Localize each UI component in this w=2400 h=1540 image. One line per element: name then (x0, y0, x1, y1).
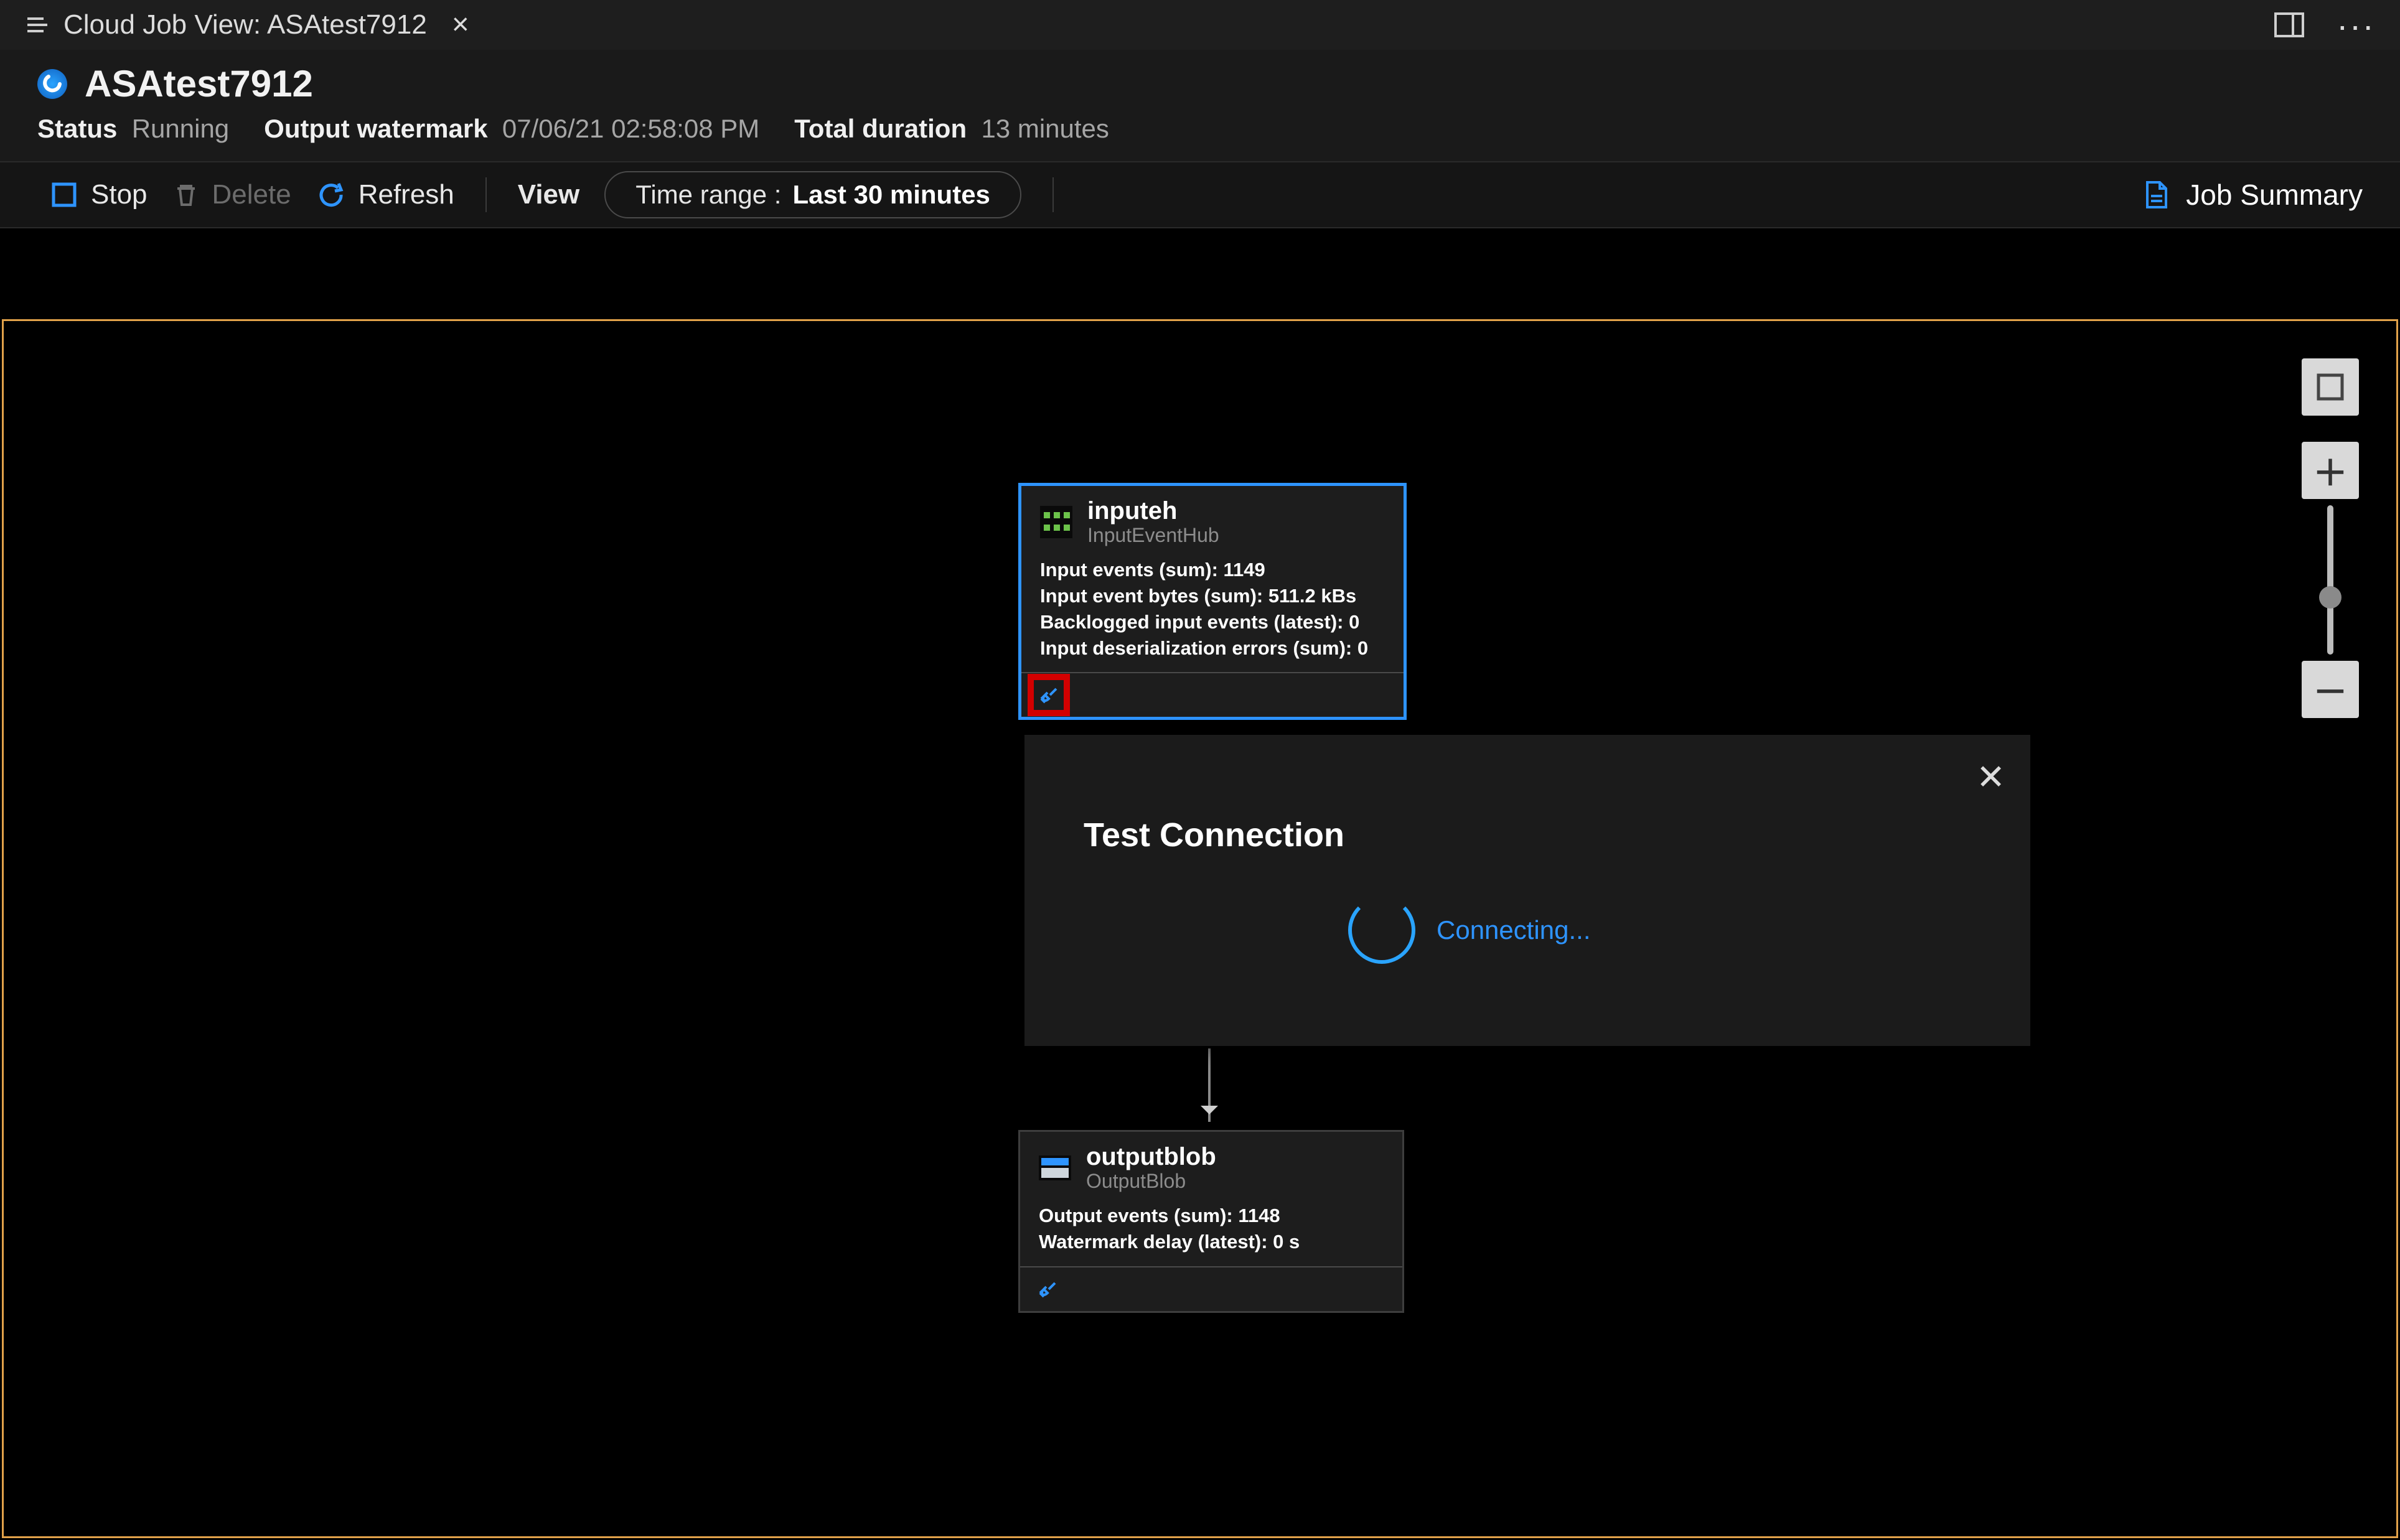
job-meta: Status Running Output watermark 07/06/21… (37, 114, 2363, 144)
watermark-label: Output watermark (264, 114, 487, 143)
zoom-slider[interactable] (2302, 499, 2359, 661)
job-header: ASAtest7912 Status Running Output waterm… (0, 50, 2400, 162)
tab-bar: Cloud Job View: ASAtest7912 × ··· (0, 0, 2400, 50)
zoom-out-button[interactable]: － (2302, 661, 2359, 718)
job-summary-label: Job Summary (2186, 178, 2363, 212)
menu-icon[interactable] (25, 12, 50, 37)
node-name: inputeh (1087, 497, 1219, 525)
zoom-in-button[interactable]: ＋ (2302, 442, 2359, 499)
stop-button[interactable]: Stop (50, 179, 148, 210)
toolbar: Stop Delete Refresh View Time range : La… (0, 162, 2400, 228)
time-range-value: Last 30 minutes (792, 180, 990, 210)
spinner-icon (1348, 897, 1415, 964)
time-range-label: Time range : (635, 180, 781, 210)
diagram-canvas[interactable]: ＋ － inputeh InputEventHub (4, 321, 2396, 1536)
refresh-button[interactable]: Refresh (316, 179, 454, 210)
node-type: OutputBlob (1086, 1170, 1216, 1193)
refresh-label: Refresh (359, 179, 454, 210)
node-name: outputblob (1086, 1143, 1216, 1171)
close-icon[interactable]: ✕ (1976, 760, 2005, 795)
toolbar-separator (1052, 177, 1054, 212)
node-metric: Output events (sum): 1148 (1039, 1203, 1384, 1229)
node-metrics: Output events (sum): 1148 Watermark dela… (1020, 1199, 1402, 1266)
toolbar-separator (485, 177, 487, 212)
test-connection-button[interactable] (1033, 679, 1065, 711)
test-connection-button[interactable] (1031, 1273, 1064, 1305)
dialog-title: Test Connection (1024, 735, 2030, 854)
flow-arrow-icon (1208, 1048, 1211, 1122)
blob-icon (1036, 1149, 1074, 1187)
eventhub-icon (1038, 503, 1075, 541)
node-metrics: Input events (sum): 1149 Input event byt… (1021, 553, 1404, 672)
duration-label: Total duration (794, 114, 967, 143)
split-pane-icon[interactable] (2273, 9, 2305, 41)
delete-button: Delete (172, 179, 291, 210)
job-title: ASAtest7912 (85, 62, 313, 105)
delete-label: Delete (212, 179, 291, 210)
zoom-controls: ＋ － (2302, 358, 2359, 718)
diagram-node-input[interactable]: inputeh InputEventHub Input events (sum)… (1018, 483, 1407, 720)
status-label: Status (37, 114, 117, 143)
status-value: Running (132, 114, 229, 143)
view-label: View (518, 179, 579, 210)
node-metric: Input events (sum): 1149 (1040, 557, 1385, 583)
test-connection-dialog: ✕ Test Connection Connecting... (1024, 735, 2030, 1046)
node-metric: Input event bytes (sum): 511.2 kBs (1040, 583, 1385, 609)
stop-label: Stop (91, 179, 148, 210)
view-button[interactable]: View (518, 179, 579, 210)
job-summary-button[interactable]: Job Summary (2140, 178, 2363, 212)
node-metric: Watermark delay (latest): 0 s (1039, 1229, 1384, 1255)
document-icon (2140, 179, 2172, 211)
diagram-node-output[interactable]: outputblob OutputBlob Output events (sum… (1018, 1130, 1404, 1313)
time-range-picker[interactable]: Time range : Last 30 minutes (604, 171, 1021, 218)
watermark-value: 07/06/21 02:58:08 PM (502, 114, 759, 143)
tab-close-icon[interactable]: × (452, 10, 469, 40)
node-metric: Input deserialization errors (sum): 0 (1040, 635, 1385, 661)
more-icon[interactable]: ··· (2337, 5, 2375, 45)
duration-value: 13 minutes (981, 114, 1109, 143)
dialog-status-text: Connecting... (1437, 915, 1591, 945)
job-icon (37, 69, 67, 99)
node-metric: Backlogged input events (latest): 0 (1040, 609, 1385, 635)
tab-title[interactable]: Cloud Job View: ASAtest7912 (63, 9, 427, 40)
zoom-fit-button[interactable] (2302, 358, 2359, 416)
node-type: InputEventHub (1087, 524, 1219, 547)
titlebar-actions: ··· (2273, 0, 2375, 50)
